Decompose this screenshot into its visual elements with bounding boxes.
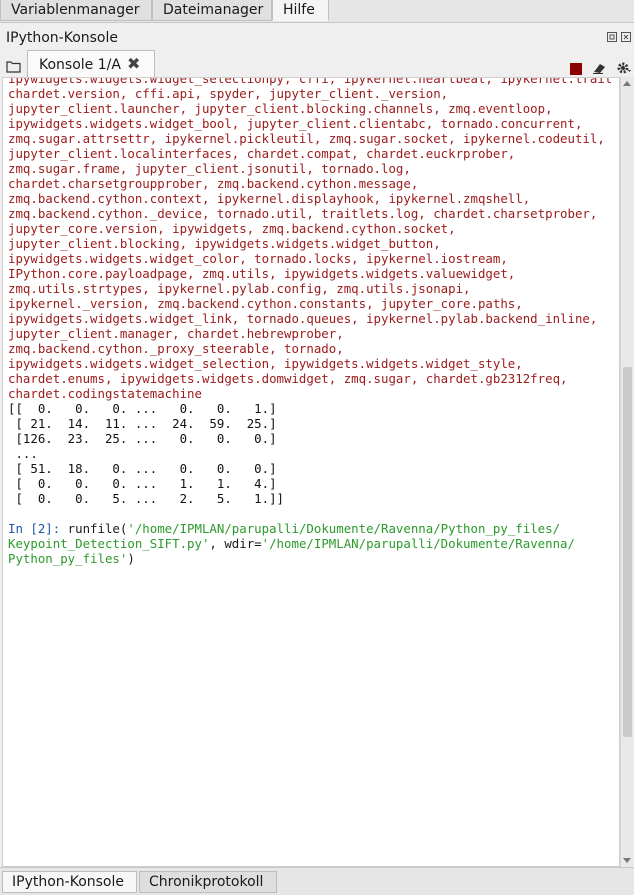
- import-output-line: zmq.backend.cython._proxy_steerable, tor…: [8, 341, 612, 356]
- array-text: [ 0. 0. 5. ... 2. 5. 1.]]: [8, 491, 285, 506]
- import-output-line: chardet.codingstatemachine: [8, 386, 612, 401]
- import-text: ipykernel._version, zmq.backend.cython.c…: [8, 296, 523, 311]
- import-text: ipywidgets.widgets.widget_selectionpy, c…: [8, 77, 613, 86]
- import-text: jupyter_core.version, ipywidgets, zmq.ba…: [8, 221, 456, 236]
- import-text: ipywidgets.widgets.widget_bool, jupyter_…: [8, 116, 583, 131]
- import-text: chardet.enums, ipywidgets.widgets.domwid…: [8, 371, 568, 386]
- import-text: jupyter_client.blocking, ipywidgets.widg…: [8, 236, 441, 251]
- tab-konsole-1a[interactable]: Konsole 1/A ✖: [27, 50, 155, 79]
- import-text: ipywidgets.widgets.widget_color, tornado…: [8, 251, 508, 266]
- array-output-line: ...: [8, 446, 612, 461]
- array-output-line: [ 0. 0. 0. ... 1. 1. 4.]: [8, 476, 612, 491]
- command-string: Python_py_files': [8, 551, 128, 566]
- tab-ipython-konsole[interactable]: IPython-Konsole: [2, 871, 137, 893]
- vertical-scrollbar[interactable]: [620, 77, 634, 867]
- import-output-line: chardet.charsetgroupprober, zmq.backend.…: [8, 176, 612, 191]
- import-output-line: ipykernel._version, zmq.backend.cython.c…: [8, 296, 612, 311]
- input-prompt-line: Python_py_files'): [8, 551, 612, 566]
- import-text: jupyter_client.launcher, jupyter_client.…: [8, 101, 553, 116]
- import-text: IPython.core.payloadpage, zmq.utils, ipy…: [8, 266, 516, 281]
- import-output-line: jupyter_core.version, ipywidgets, zmq.ba…: [8, 221, 612, 236]
- import-text: zmq.backend.cython._proxy_steerable, tor…: [8, 341, 344, 356]
- undock-icon[interactable]: [607, 32, 617, 42]
- input-prompt-line: In [2]: runfile('/home/IPMLAN/parupalli/…: [8, 521, 612, 536]
- import-text: jupyter_client.localinterfaces, chardet.…: [8, 146, 516, 161]
- tab-dateimanager[interactable]: Dateimanager: [152, 0, 272, 21]
- import-output-line: jupyter_client.launcher, jupyter_client.…: [8, 101, 612, 116]
- close-tab-icon[interactable]: ✖: [127, 56, 141, 72]
- import-text: ipywidgets.widgets.widget_link, tornado.…: [8, 311, 598, 326]
- console-tab-bar: Konsole 1/A ✖: [0, 50, 634, 79]
- console-tab-label: Konsole 1/A: [39, 57, 121, 73]
- import-text: chardet.version, cffi.api, spyder, jupyt…: [8, 86, 449, 101]
- command-string: Keypoint_Detection_SIFT.py': [8, 536, 210, 551]
- eraser-icon[interactable]: [592, 60, 606, 74]
- import-text: ipywidgets.widgets.widget_selection, ipy…: [8, 356, 523, 371]
- import-output-line: ipywidgets.widgets.widget_selection, ipy…: [8, 356, 612, 371]
- command-text: , wdir=: [209, 536, 262, 551]
- import-text: zmq.sugar.frame, jupyter_client.jsonutil…: [8, 161, 411, 176]
- input-prompt: In [2]:: [8, 521, 61, 536]
- scroll-down-icon[interactable]: [623, 858, 631, 863]
- bottom-tab-bar: IPython-Konsole Chronikprotokoll: [0, 867, 634, 895]
- gear-icon[interactable]: [616, 60, 631, 74]
- import-text: zmq.utils.strtypes, ipykernel.pylab.conf…: [8, 281, 471, 296]
- import-output-line: chardet.version, cffi.api, spyder, jupyt…: [8, 86, 612, 101]
- array-text: [ 51. 18. 0. ... 0. 0. 0.]: [8, 461, 277, 476]
- import-output-line: ipywidgets.widgets.widget_bool, jupyter_…: [8, 116, 612, 131]
- import-output-line: ipywidgets.widgets.widget_link, tornado.…: [8, 311, 612, 326]
- import-text: zmq.backend.cython._device, tornado.util…: [8, 206, 598, 221]
- tab-variablenmanager[interactable]: Variablenmanager: [0, 0, 152, 21]
- import-text: zmq.sugar.attrsettr, ipykernel.pickleuti…: [8, 131, 605, 146]
- browse-tabs-folder-icon[interactable]: [6, 58, 21, 73]
- array-output-line: [ 0. 0. 5. ... 2. 5. 1.]]: [8, 491, 612, 506]
- import-text: chardet.codingstatemachine: [8, 386, 202, 401]
- array-output-line: [126. 23. 25. ... 0. 0. 0.]: [8, 431, 612, 446]
- import-output-line: zmq.backend.cython.context, ipykernel.di…: [8, 191, 612, 206]
- import-text: zmq.backend.cython.context, ipykernel.di…: [8, 191, 531, 206]
- array-output-line: [ 21. 14. 11. ... 24. 59. 25.]: [8, 416, 612, 431]
- input-prompt-line: Keypoint_Detection_SIFT.py', wdir='/home…: [8, 536, 612, 551]
- console-text: ipywidgets.widgets.widget_selectionpy, c…: [8, 77, 613, 566]
- import-text: chardet.charsetgroupprober, zmq.backend.…: [8, 176, 419, 191]
- tab-chronikprotokoll[interactable]: Chronikprotokoll: [139, 871, 277, 893]
- tab-hilfe[interactable]: Hilfe: [272, 0, 329, 21]
- import-output-line: IPython.core.payloadpage, zmq.utils, ipy…: [8, 266, 612, 281]
- array-output-line: [[ 0. 0. 0. ... 0. 0. 1.]: [8, 401, 612, 416]
- dock-tab-bar: Variablenmanager Dateimanager Hilfe: [0, 0, 634, 23]
- ipython-console-output[interactable]: ipywidgets.widgets.widget_selectionpy, c…: [2, 77, 620, 867]
- array-output-line: [ 51. 18. 0. ... 0. 0. 0.]: [8, 461, 612, 476]
- import-output-line: jupyter_client.blocking, ipywidgets.widg…: [8, 236, 612, 251]
- command-string: '/home/IPMLAN/parupalli/Dokumente/Ravenn…: [127, 521, 561, 536]
- array-text: [[ 0. 0. 0. ... 0. 0. 1.]: [8, 401, 277, 416]
- pane-title: IPython-Konsole: [6, 30, 118, 46]
- import-output-line: zmq.sugar.attrsettr, ipykernel.pickleuti…: [8, 131, 612, 146]
- command-function: runfile(: [60, 521, 128, 536]
- import-output-line: ipywidgets.widgets.widget_selectionpy, c…: [8, 77, 613, 86]
- array-text: [ 0. 0. 0. ... 1. 1. 4.]: [8, 476, 277, 491]
- array-text: [ 21. 14. 11. ... 24. 59. 25.]: [8, 416, 277, 431]
- close-pane-icon[interactable]: [621, 32, 631, 42]
- array-text: [126. 23. 25. ... 0. 0. 0.]: [8, 431, 277, 446]
- import-output-line: zmq.utils.strtypes, ipykernel.pylab.conf…: [8, 281, 612, 296]
- import-output-line: zmq.backend.cython._device, tornado.util…: [8, 206, 612, 221]
- import-output-line: ipywidgets.widgets.widget_color, tornado…: [8, 251, 612, 266]
- array-text: ...: [8, 446, 38, 461]
- command-text: ): [127, 551, 135, 566]
- scrollbar-thumb[interactable]: [623, 367, 632, 737]
- import-output-line: jupyter_client.manager, chardet.hebrewpr…: [8, 326, 612, 341]
- import-output-line: zmq.sugar.frame, jupyter_client.jsonutil…: [8, 161, 612, 176]
- stop-kernel-icon[interactable]: [570, 60, 584, 75]
- command-string: '/home/IPMLAN/parupalli/Dokumente/Ravenn…: [261, 536, 575, 551]
- import-output-line: jupyter_client.localinterfaces, chardet.…: [8, 146, 612, 161]
- import-text: jupyter_client.manager, chardet.hebrewpr…: [8, 326, 344, 341]
- scroll-up-icon[interactable]: [623, 81, 631, 86]
- import-output-line: chardet.enums, ipywidgets.widgets.domwid…: [8, 371, 612, 386]
